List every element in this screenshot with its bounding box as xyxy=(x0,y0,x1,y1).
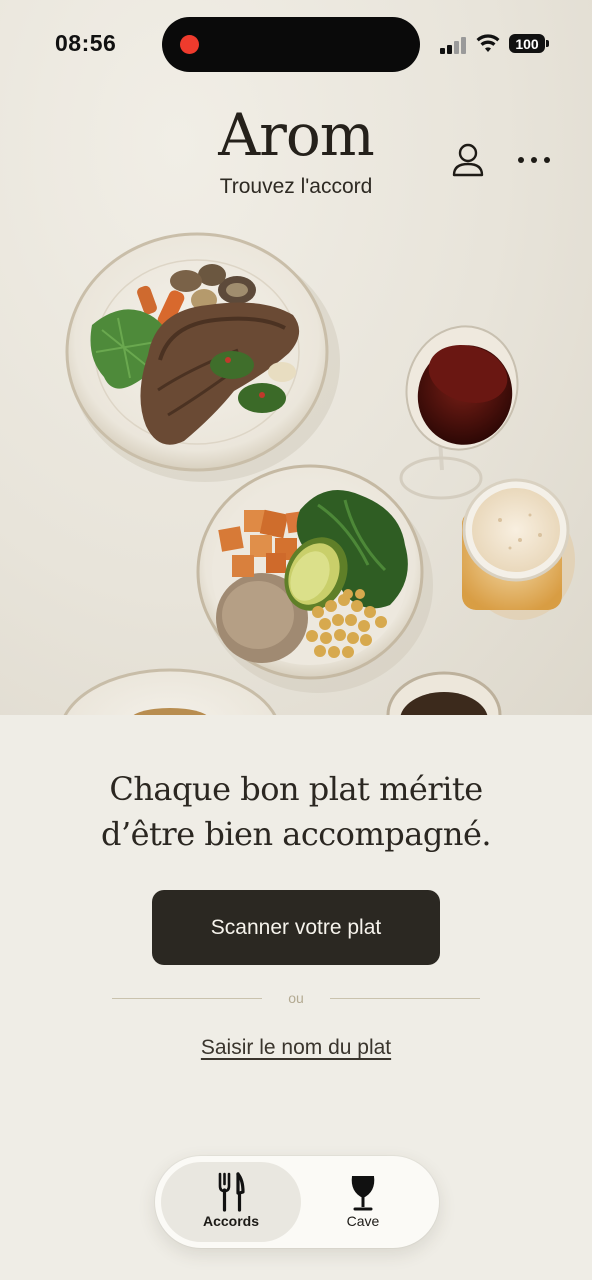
app-title: Arom xyxy=(218,101,375,169)
divider-right xyxy=(330,998,480,999)
divider-text: ou xyxy=(288,990,304,1006)
cellular-signal-icon xyxy=(440,36,468,54)
tab-cave[interactable]: Cave xyxy=(293,1162,433,1242)
status-bar: 08:56 100 xyxy=(0,0,592,90)
wifi-icon xyxy=(476,34,500,52)
battery-indicator: 100 xyxy=(509,34,549,53)
tab-accords[interactable]: Accords xyxy=(161,1162,301,1242)
dynamic-island xyxy=(162,17,420,72)
tab-label-accords: Accords xyxy=(202,1213,260,1229)
scan-dish-button[interactable]: Scanner votre plat xyxy=(152,890,440,965)
person-icon[interactable] xyxy=(451,142,485,178)
headline-line-2: d’être bien accompagné. xyxy=(100,815,492,853)
ellipsis-icon[interactable] xyxy=(516,150,552,170)
tab-label-cave: Cave xyxy=(346,1213,380,1229)
wine-glass-icon xyxy=(351,1176,375,1211)
divider-left xyxy=(112,998,262,999)
fork-knife-icon xyxy=(218,1172,245,1212)
headline: Chaque bon plat mérite d’être bien accom… xyxy=(0,767,592,857)
headline-line-1: Chaque bon plat mérite xyxy=(109,770,483,808)
enter-dish-name-link[interactable]: Saisir le nom du plat xyxy=(0,1036,592,1060)
tab-bar: Accords Cave xyxy=(155,1156,439,1248)
status-time: 08:56 xyxy=(55,30,117,56)
recording-indicator xyxy=(180,35,199,54)
app-subtitle: Trouvez l'accord xyxy=(219,175,373,198)
